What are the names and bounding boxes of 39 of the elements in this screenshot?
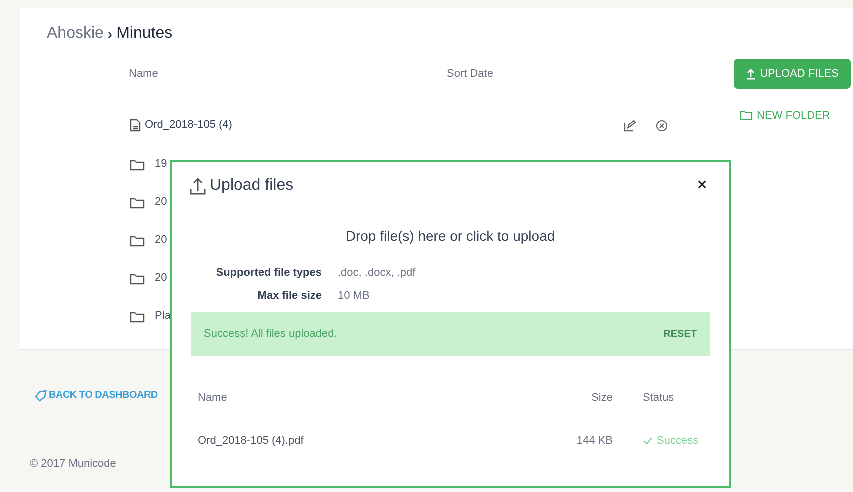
- info-label: Max file size: [256, 288, 322, 304]
- folder-name[interactable]: 20: [155, 194, 168, 211]
- folder-icon: [130, 272, 145, 284]
- file-name[interactable]: Ord_2018-105 (4): [145, 117, 232, 134]
- folder-name[interactable]: 19: [155, 156, 168, 173]
- table-cell-text: 144 KB: [576, 434, 613, 448]
- info-value: 10 MB: [338, 288, 370, 304]
- folder-icon: [130, 158, 145, 170]
- breadcrumb-link[interactable]: Ahoskie: [47, 22, 104, 46]
- folder-name[interactable]: 20: [155, 270, 168, 287]
- folder-icon: [130, 196, 145, 208]
- close-button[interactable]: ×: [698, 178, 707, 194]
- table-cell-text: Ord_2018-105 (4).pdf: [198, 434, 305, 448]
- document-icon: [130, 119, 141, 132]
- column-header[interactable]: Name: [129, 66, 447, 82]
- breadcrumb-link[interactable]: Minutes: [116, 22, 173, 46]
- column-header: Name: [198, 391, 228, 406]
- edit-icon[interactable]: [624, 120, 636, 132]
- column-header[interactable]: Sort Date: [447, 66, 494, 82]
- folder-name[interactable]: Pla: [155, 308, 171, 325]
- copyright-text: © 2017 Municode: [30, 457, 116, 472]
- breadcrumb-separator: ›: [108, 24, 113, 44]
- folder-name[interactable]: 20: [155, 232, 168, 249]
- check-icon: [643, 436, 653, 445]
- upload-icon: [746, 68, 756, 80]
- upload-icon: [190, 177, 206, 195]
- drop-zone-text[interactable]: Drop file(s) here or click to upload: [172, 226, 729, 247]
- info-value: .doc, .docx, .pdf: [338, 266, 416, 281]
- tag-icon: [35, 390, 47, 402]
- dialog-title: Upload files: [210, 176, 294, 196]
- close-circle-icon[interactable]: [656, 120, 668, 132]
- column-header: Size: [590, 391, 613, 406]
- status-text: Success: [657, 434, 699, 448]
- column-header: Status: [643, 391, 674, 406]
- info-label: Supported file types: [215, 266, 322, 281]
- folder-icon: [740, 111, 753, 122]
- folder-icon: [130, 310, 145, 322]
- folder-icon: [130, 234, 145, 246]
- alert-message: Success! All files uploaded.: [204, 326, 338, 342]
